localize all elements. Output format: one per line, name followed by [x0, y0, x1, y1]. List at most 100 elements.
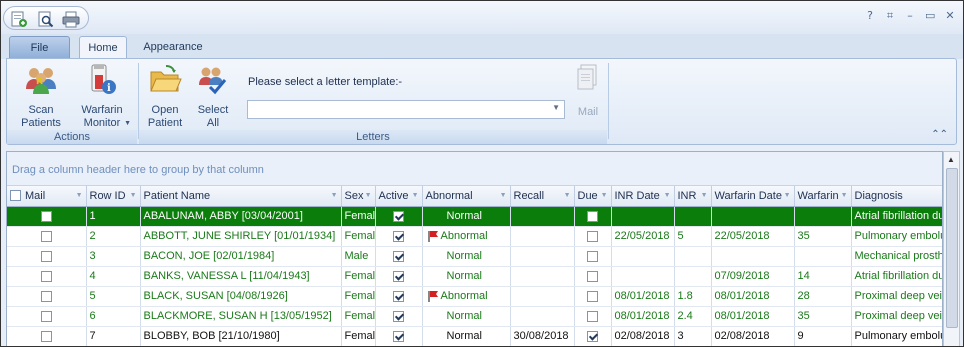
table-row[interactable]: 5 BLACK, SUSAN [04/08/1926] Femal Abnormal 0… [7, 286, 942, 307]
due-checkbox[interactable] [587, 230, 598, 242]
restore-layout-icon[interactable]: ⌗ [885, 9, 895, 25]
filter-icon[interactable]: ▼ [500, 192, 507, 199]
collapse-ribbon-icon[interactable]: ⌃⌃ [931, 129, 948, 140]
table-row[interactable]: 7 BLOBBY, BOB [21/10/1980] Femal Normal 30/0… [7, 326, 942, 346]
filter-icon[interactable]: ▼ [784, 192, 791, 199]
active-checkbox[interactable] [393, 210, 404, 222]
actions-group-label: Actions [7, 130, 137, 144]
column-header-warfarin[interactable]: Warfarin ▼ [794, 186, 852, 207]
filter-icon[interactable]: ▼ [365, 192, 372, 199]
scroll-up-icon[interactable]: ▲ [947, 155, 955, 164]
letters-group-label: Letters [139, 130, 607, 144]
tab-home[interactable]: Home [79, 36, 127, 60]
cell-row-id: 2 [86, 226, 141, 247]
filter-icon[interactable]: ▼ [412, 192, 419, 199]
mail-checkbox[interactable] [40, 290, 52, 302]
new-document-icon[interactable] [9, 11, 29, 28]
cell-name: ABALUNAM, ABBY [03/04/2001] [140, 206, 342, 227]
close-icon[interactable]: ✕ [945, 9, 955, 25]
column-header-row-id[interactable]: Row ID ▼ [86, 186, 141, 207]
abnormal-status: Abnormal [440, 229, 488, 242]
scrollbar-thumb[interactable] [946, 168, 958, 328]
filter-icon[interactable]: ▼ [76, 192, 83, 199]
table-row[interactable]: 6 BLACKMORE, SUSAN H [13/05/1952] Femal Nor… [7, 306, 942, 327]
table-row[interactable]: 2 ABBOTT, JUNE SHIRLEY [01/01/1934] Femal A… [7, 226, 942, 247]
cell-sex: Femal [341, 266, 376, 287]
active-checkbox[interactable] [393, 330, 404, 342]
column-header-recall[interactable]: Recall ▼ [510, 186, 575, 207]
column-header-inr[interactable]: INR ▼ [674, 186, 712, 207]
column-header-sex[interactable]: Sex ▼ [341, 186, 376, 207]
cell-inr: 3 [674, 326, 712, 346]
select-all-checkbox[interactable] [10, 190, 21, 202]
column-header-inr-date[interactable]: INR Date ▼ [611, 186, 675, 207]
active-checkbox[interactable] [393, 310, 404, 322]
filter-icon[interactable]: ▼ [601, 192, 608, 199]
minimize-icon[interactable]: – [905, 9, 915, 25]
active-checkbox[interactable] [393, 230, 404, 242]
header-row: Mail ▼ Row ID ▼ Patient Name ▼ Sex ▼ Active ▼… [7, 186, 942, 207]
cell-active [375, 326, 423, 346]
mail-checkbox[interactable] [40, 210, 52, 222]
maximize-icon[interactable]: ▭ [925, 9, 935, 25]
open-patient-button[interactable]: Open Patient [145, 63, 185, 130]
active-checkbox[interactable] [393, 250, 404, 262]
column-header-active[interactable]: Active ▼ [375, 186, 423, 207]
ribbon: R Scan Patients i Warfarin Monitor ▼ Act… [6, 58, 957, 145]
mail-checkbox[interactable] [40, 270, 52, 282]
filter-icon[interactable]: ▼ [331, 192, 338, 199]
abnormal-status: Normal [446, 210, 482, 222]
printer-icon[interactable] [61, 11, 81, 28]
mail-document-icon [577, 64, 597, 90]
due-checkbox[interactable] [587, 310, 598, 322]
column-header-abnormal[interactable]: Abnormal ▼ [422, 186, 511, 207]
vertical-scrollbar[interactable]: ▲ [943, 151, 960, 346]
column-header-mail[interactable]: Mail ▼ [7, 186, 87, 207]
filter-icon[interactable]: ▼ [564, 192, 571, 199]
cell-warfarin: 9 [794, 326, 852, 346]
filter-icon[interactable]: ▼ [841, 192, 848, 199]
column-header-diagnosis[interactable]: Diagnosis [851, 186, 942, 207]
table-row[interactable]: 1 ABALUNAM, ABBY [03/04/2001] Femal Normal A… [7, 206, 942, 227]
due-checkbox[interactable] [587, 250, 598, 262]
cell-inr [674, 266, 712, 287]
active-checkbox[interactable] [393, 290, 404, 302]
mail-checkbox[interactable] [40, 310, 52, 322]
mail-checkbox[interactable] [40, 250, 52, 262]
group-divider [608, 63, 609, 139]
active-checkbox[interactable] [393, 270, 404, 282]
cell-active [375, 206, 423, 227]
column-header-patient-name[interactable]: Patient Name ▼ [140, 186, 342, 207]
letter-template-select[interactable]: ▼ [247, 100, 565, 119]
select-all-label: Select All [197, 104, 229, 129]
print-preview-icon[interactable] [36, 11, 56, 28]
column-header-due[interactable]: Due ▼ [574, 186, 612, 207]
cell-warfarin-date: 07/09/2018 [711, 266, 795, 287]
select-all-button[interactable]: Select All [193, 63, 233, 130]
cell-inr-date: 22/05/2018 [611, 226, 675, 247]
filter-icon[interactable]: ▼ [701, 192, 708, 199]
cell-mail [7, 226, 87, 247]
table-row[interactable]: 3 BACON, JOE [02/01/1984] Male Normal Mechan… [7, 246, 942, 267]
due-checkbox[interactable] [587, 210, 598, 222]
group-by-panel[interactable]: Drag a column header here to group by th… [7, 152, 942, 186]
mail-button[interactable]: Mail [571, 63, 605, 119]
due-checkbox[interactable] [587, 270, 598, 282]
cell-abnormal: Normal [422, 326, 511, 346]
mail-checkbox[interactable] [40, 330, 52, 342]
tab-appearance[interactable]: Appearance [135, 36, 211, 59]
table-row[interactable]: 4 BANKS, VANESSA L [11/04/1943] Femal Norma… [7, 266, 942, 287]
scan-patients-button[interactable]: R Scan Patients [13, 63, 69, 130]
filter-icon[interactable]: ▼ [130, 192, 137, 199]
warfarin-monitor-button[interactable]: i Warfarin Monitor ▼ [73, 63, 131, 130]
filter-icon[interactable]: ▼ [664, 192, 671, 199]
help-icon[interactable]: ? [865, 9, 875, 25]
column-header-warfarin-date[interactable]: Warfarin Date ▼ [711, 186, 795, 207]
cell-mail [7, 326, 87, 346]
tab-file[interactable]: File [9, 36, 70, 59]
cell-sex: Femal [341, 226, 376, 247]
cell-row-id: 4 [86, 266, 141, 287]
due-checkbox[interactable] [587, 330, 598, 342]
due-checkbox[interactable] [587, 290, 598, 302]
mail-checkbox[interactable] [40, 230, 52, 242]
